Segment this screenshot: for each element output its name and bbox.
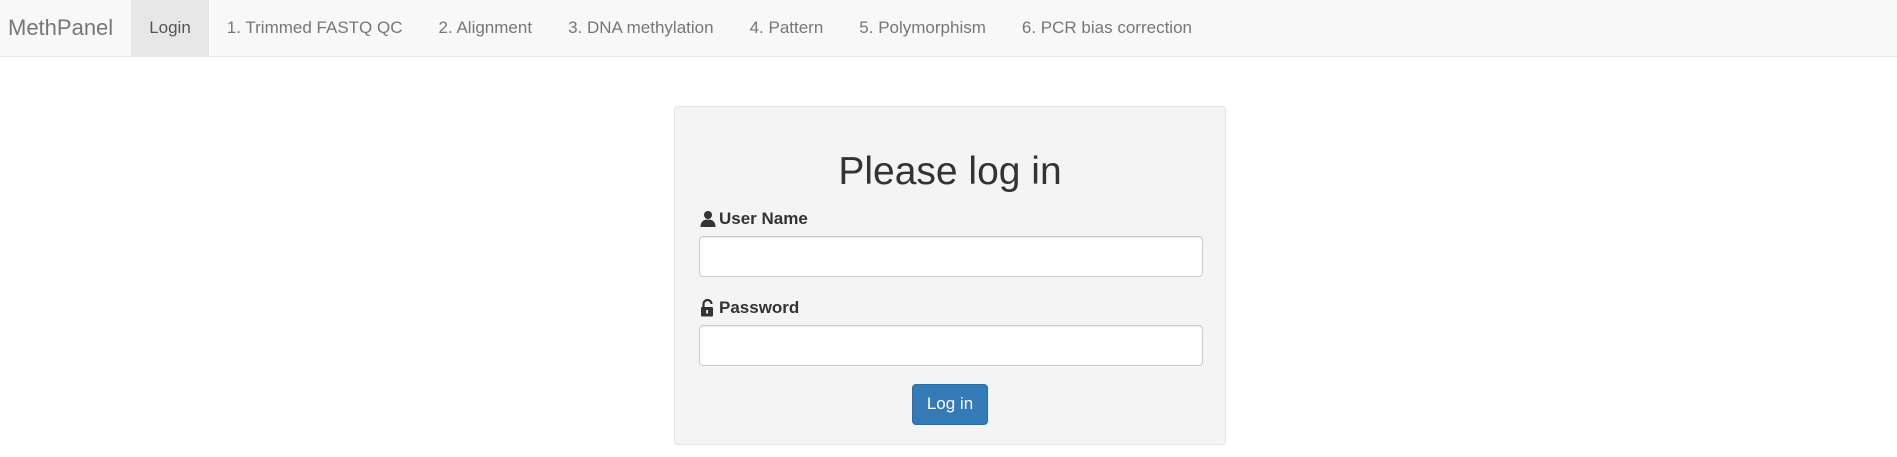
user-icon: [699, 210, 717, 228]
password-label-text: Password: [719, 297, 800, 317]
tab-alignment[interactable]: 2. Alignment: [421, 0, 551, 56]
tab-polymorphism[interactable]: 5. Polymorphism: [841, 0, 1004, 56]
password-label: Password: [699, 297, 1201, 319]
tab-pattern[interactable]: 4. Pattern: [732, 0, 842, 56]
unlock-icon: [699, 298, 717, 317]
top-navbar: MethPanel Login 1. Trimmed FASTQ QC 2. A…: [0, 0, 1897, 57]
tab-login[interactable]: Login: [131, 0, 209, 56]
tab-dna-methylation[interactable]: 3. DNA methylation: [550, 0, 732, 56]
login-button[interactable]: Log in: [912, 383, 988, 425]
brand-link[interactable]: MethPanel: [0, 0, 131, 56]
username-label-text: User Name: [719, 208, 808, 228]
button-row: Log in: [699, 383, 1201, 425]
username-input[interactable]: [699, 235, 1203, 277]
login-panel: Please log in User Name Password Log in: [674, 106, 1226, 445]
username-label: User Name: [699, 208, 1201, 230]
tab-pcr-bias-correction[interactable]: 6. PCR bias correction: [1004, 0, 1210, 56]
tab-trimmed-fastq-qc[interactable]: 1. Trimmed FASTQ QC: [209, 0, 421, 56]
nav-tabs: Login 1. Trimmed FASTQ QC 2. Alignment 3…: [131, 0, 1210, 56]
login-title: Please log in: [838, 150, 1062, 193]
password-input[interactable]: [699, 324, 1203, 366]
